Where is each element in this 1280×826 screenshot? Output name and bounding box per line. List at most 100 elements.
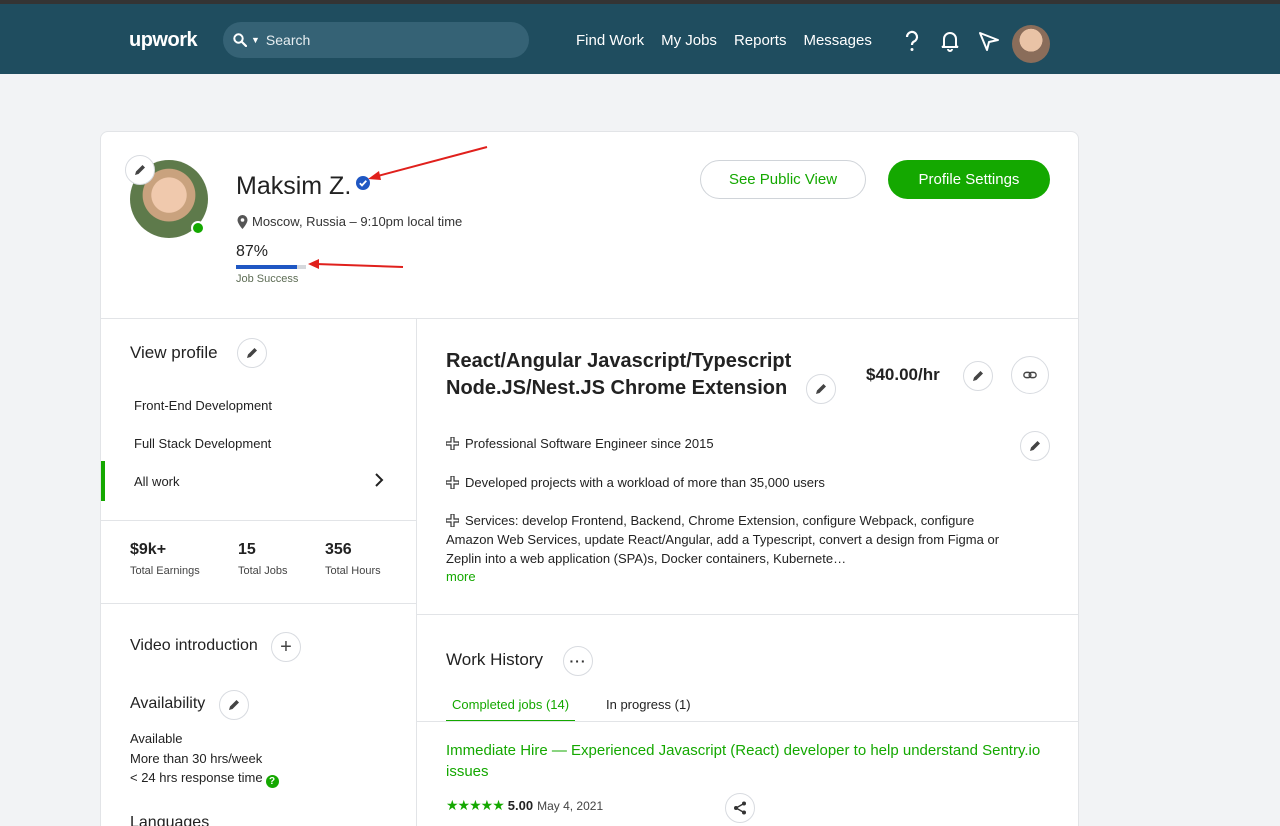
pencil-icon: [973, 371, 983, 381]
search-icon: [233, 33, 247, 47]
profile-main: React/Angular Javascript/Typescript Node…: [417, 319, 1078, 826]
tab-in-progress[interactable]: In progress (1): [606, 697, 691, 712]
description-text: Developed projects with a workload of mo…: [465, 475, 825, 490]
availability-status: Available: [130, 731, 183, 746]
notification-bell-icon[interactable]: [940, 30, 960, 52]
divider: [417, 721, 1078, 722]
pencil-icon: [135, 165, 145, 175]
nav-my-jobs[interactable]: My Jobs: [661, 32, 717, 49]
see-public-view-button[interactable]: See Public View: [700, 160, 866, 199]
divider: [101, 603, 417, 604]
stat-label: Total Hours: [325, 565, 381, 577]
stat-label: Total Jobs: [238, 565, 288, 577]
star-rating-icon: ★★★★★: [446, 797, 505, 813]
response-time-text: < 24 hrs response time: [130, 770, 263, 785]
top-navigation-bar: upwork ▼ Find Work My Jobs Reports Messa…: [0, 0, 1280, 74]
nav-messages[interactable]: Messages: [803, 32, 871, 49]
job-success-label: Job Success: [236, 273, 299, 285]
tab-completed-jobs[interactable]: Completed jobs (14): [446, 697, 576, 722]
send-icon[interactable]: [978, 30, 999, 52]
job-success-bar-fill: [236, 265, 297, 269]
job-success-bar: [236, 265, 306, 269]
annotation-arrow-job-success: [308, 259, 404, 269]
nav-links: Find Work My Jobs Reports Messages: [576, 32, 872, 49]
nav-find-work[interactable]: Find Work: [576, 32, 644, 49]
video-introduction-title: Video introduction: [130, 637, 258, 654]
stat-value: $9k+: [130, 541, 167, 558]
more-link[interactable]: more: [446, 569, 476, 584]
description-line: Services: develop Frontend, Backend, Chr…: [446, 511, 1016, 568]
languages-title: Languages: [130, 814, 210, 826]
profile-title: React/Angular Javascript/Typescript Node…: [446, 350, 792, 399]
pencil-icon: [229, 700, 239, 710]
add-video-button[interactable]: +: [271, 632, 301, 662]
availability-title: Availability: [130, 695, 206, 712]
pencil-icon: [816, 384, 826, 394]
user-avatar[interactable]: [1012, 25, 1050, 63]
work-history-options-button[interactable]: ···: [563, 646, 593, 676]
description-line: Professional Software Engineer since 201…: [446, 434, 1016, 453]
search-input[interactable]: [265, 32, 486, 48]
profile-settings-button[interactable]: Profile Settings: [888, 160, 1050, 199]
search-dropdown-icon[interactable]: ▼: [251, 35, 260, 45]
stat-total-hours: 356 Total Hours: [325, 541, 381, 577]
stat-label: Total Earnings: [130, 565, 200, 577]
online-status-dot: [191, 221, 205, 235]
edit-title-button[interactable]: [806, 374, 836, 404]
category-full-stack[interactable]: Full Stack Development: [134, 436, 271, 451]
divider: [417, 614, 1078, 615]
location-pin-icon: [237, 214, 248, 229]
profile-name: Maksim Z.: [236, 172, 352, 200]
copy-link-button[interactable]: [1011, 356, 1049, 394]
share-icon: [734, 801, 746, 815]
pencil-icon: [247, 348, 257, 358]
share-job-button[interactable]: [725, 793, 755, 823]
description-line: Developed projects with a workload of mo…: [446, 473, 1016, 492]
profile-card: Maksim Z. Moscow, Russia – 9:10pm local …: [100, 131, 1079, 826]
nav-icons: [902, 30, 999, 52]
chevron-right-icon[interactable]: [373, 472, 385, 488]
stat-total-earnings: $9k+ Total Earnings: [130, 541, 200, 577]
plus-icon: +: [280, 635, 292, 658]
job-success-value: 87%: [236, 243, 269, 260]
description-text: Services: develop Frontend, Backend, Chr…: [446, 513, 1000, 566]
active-category-indicator: [101, 461, 105, 501]
cross-bullet-icon: [446, 514, 459, 527]
view-profile-title: View profile: [130, 343, 218, 362]
question-icon[interactable]: ?: [265, 775, 279, 788]
stat-total-jobs: 15 Total Jobs: [238, 541, 288, 577]
category-front-end[interactable]: Front-End Development: [134, 398, 272, 413]
edit-photo-button[interactable]: [125, 155, 155, 185]
divider: [101, 520, 417, 521]
upwork-logo[interactable]: upwork: [129, 29, 198, 52]
job-title-link[interactable]: Immediate Hire — Experienced Javascript …: [446, 740, 1046, 782]
stat-value: 356: [325, 541, 352, 558]
edit-view-profile-button[interactable]: [237, 338, 267, 368]
edit-rate-button[interactable]: [963, 361, 993, 391]
help-icon[interactable]: [902, 30, 922, 52]
location-text: Moscow, Russia – 9:10pm local time: [252, 214, 463, 229]
edit-availability-button[interactable]: [219, 690, 249, 720]
search-box[interactable]: ▼: [223, 22, 529, 58]
hourly-rate: $40.00/hr: [866, 365, 940, 384]
stat-value: 15: [238, 541, 256, 558]
location-row: Moscow, Russia – 9:10pm local time: [237, 214, 462, 229]
cross-bullet-icon: [446, 476, 459, 489]
availability-hours: More than 30 hrs/week: [130, 751, 263, 766]
pencil-icon: [1030, 441, 1040, 451]
edit-description-button[interactable]: [1020, 431, 1050, 461]
job-date: May 4, 2021: [537, 798, 604, 813]
annotation-arrow-verified: [368, 146, 488, 180]
profile-header: Maksim Z. Moscow, Russia – 9:10pm local …: [101, 132, 1078, 319]
job-rating-row: ★★★★★ 5.00 May 4, 2021: [446, 797, 603, 814]
cross-bullet-icon: [446, 437, 459, 450]
availability-response: < 24 hrs response time?: [130, 770, 279, 788]
nav-reports[interactable]: Reports: [734, 32, 787, 49]
more-options-icon: ···: [569, 653, 587, 669]
work-history-title: Work History: [446, 650, 543, 669]
profile-sidebar: View profile Front-End Development Full …: [101, 319, 417, 826]
link-icon: [1023, 371, 1037, 379]
description-text: Professional Software Engineer since 201…: [465, 436, 714, 451]
rating-score: 5.00: [507, 798, 534, 813]
category-all-work[interactable]: All work: [134, 474, 180, 489]
